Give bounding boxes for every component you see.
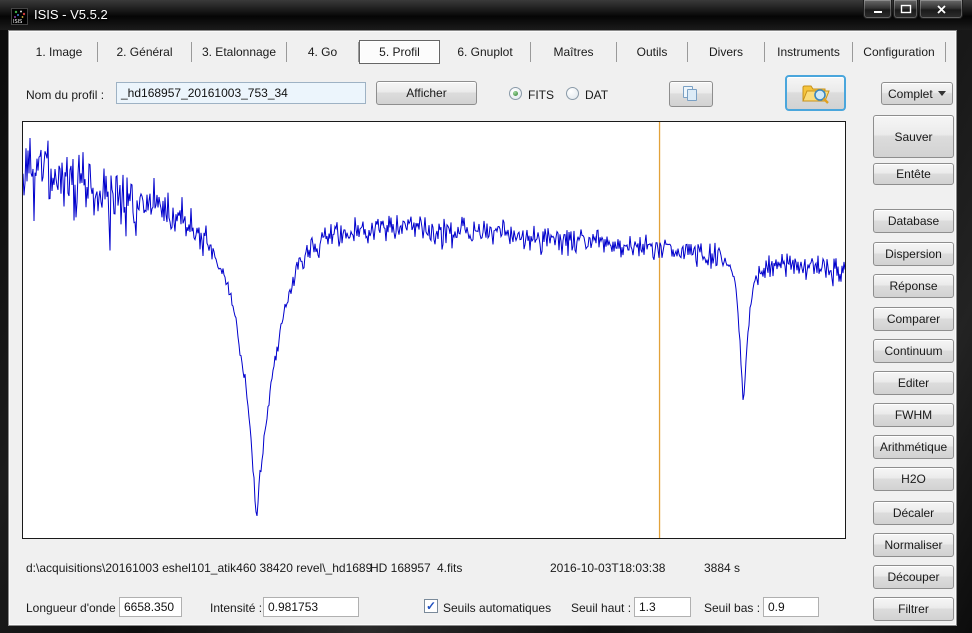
reponse-button[interactable]: Réponse: [873, 274, 954, 298]
folder-search-icon: [801, 81, 831, 105]
chevron-down-icon: [938, 91, 946, 96]
svg-text:ISIS: ISIS: [13, 19, 22, 24]
display-mode-select[interactable]: Complet: [881, 82, 953, 105]
tab-gnuplot[interactable]: 6. Gnuplot: [440, 42, 531, 62]
auto-thresholds-label: Seuils automatiques: [443, 601, 551, 615]
intensity-field[interactable]: 0.981753: [263, 597, 359, 617]
fits-radio[interactable]: [509, 87, 522, 100]
entete-button[interactable]: Entête: [873, 163, 954, 185]
dat-radio-label: DAT: [585, 88, 608, 102]
tab-profil[interactable]: 5. Profil: [359, 40, 440, 64]
wavelength-field[interactable]: 6658.350: [119, 597, 182, 617]
afficher-button[interactable]: Afficher: [376, 81, 477, 105]
h2o-button[interactable]: H2O: [873, 467, 954, 491]
intensity-label: Intensité :: [210, 601, 262, 615]
fwhm-button[interactable]: FWHM: [873, 403, 954, 427]
copy-icon: [683, 86, 699, 102]
high-threshold-field[interactable]: 1.3: [634, 597, 691, 617]
profile-name-label: Nom du profil :: [26, 88, 104, 102]
minimize-button[interactable]: [863, 0, 892, 19]
object-name-text: HD 168957: [370, 561, 431, 575]
client-area: 1. Image 2. Général 3. Etalonnage 4. Go …: [8, 30, 957, 626]
dispersion-button[interactable]: Dispersion: [873, 242, 954, 266]
tab-divers[interactable]: Divers: [688, 42, 765, 62]
tab-bar: 1. Image 2. Général 3. Etalonnage 4. Go …: [21, 40, 946, 64]
tab-instruments[interactable]: Instruments: [765, 42, 853, 62]
wavelength-label: Longueur d'onde :: [26, 601, 122, 615]
fits-radio-label: FITS: [528, 88, 554, 102]
spectrum-plot[interactable]: [22, 121, 846, 539]
comparer-button[interactable]: Comparer: [873, 307, 954, 331]
datetime-text: 2016-10-03T18:03:38: [550, 561, 665, 575]
tab-general[interactable]: 2. Général: [98, 42, 192, 62]
high-threshold-label: Seuil haut :: [571, 601, 631, 615]
window-title: ISIS - V5.5.2: [34, 7, 108, 22]
copy-button[interactable]: [669, 81, 713, 107]
sauver-button[interactable]: Sauver: [873, 115, 954, 158]
exposure-text: 3884 s: [704, 561, 740, 575]
title-bar: ISIS ISIS - V5.5.2: [0, 0, 972, 30]
editer-button[interactable]: Editer: [873, 371, 954, 395]
auto-thresholds-checkbox[interactable]: ✓: [424, 599, 438, 613]
app-icon: ISIS: [11, 8, 28, 25]
arithmetique-button[interactable]: Arithmétique: [873, 435, 954, 459]
tab-etalonnage[interactable]: 3. Etalonnage: [192, 42, 287, 62]
filtrer-button[interactable]: Filtrer: [873, 597, 954, 621]
normaliser-button[interactable]: Normaliser: [873, 533, 954, 557]
file-path-text: d:\acquisitions\20161003 eshel101_atik46…: [26, 561, 371, 575]
tab-image[interactable]: 1. Image: [21, 42, 98, 62]
database-button[interactable]: Database: [873, 209, 954, 233]
dat-radio[interactable]: [566, 87, 579, 100]
tab-go[interactable]: 4. Go: [287, 42, 359, 62]
file-suffix-text: 4.fits: [437, 561, 462, 575]
profile-name-input[interactable]: _hd168957_20161003_753_34: [116, 82, 366, 104]
maximize-button[interactable]: [893, 0, 918, 19]
app-window: ISIS ISIS - V5.5.2 1. Image 2. Général 3…: [0, 0, 972, 633]
low-threshold-label: Seuil bas :: [704, 601, 760, 615]
tab-outils[interactable]: Outils: [617, 42, 688, 62]
decouper-button[interactable]: Découper: [873, 565, 954, 589]
tab-maitres[interactable]: Maîtres: [531, 42, 617, 62]
continuum-button[interactable]: Continuum: [873, 339, 954, 363]
decaler-button[interactable]: Décaler: [873, 501, 954, 525]
spectrum-trace: [23, 138, 845, 516]
low-threshold-field[interactable]: 0.9: [763, 597, 819, 617]
tab-configuration[interactable]: Configuration: [853, 42, 946, 62]
display-mode-value: Complet: [888, 87, 933, 101]
close-button[interactable]: [919, 0, 963, 19]
browse-profile-button[interactable]: [785, 75, 846, 111]
